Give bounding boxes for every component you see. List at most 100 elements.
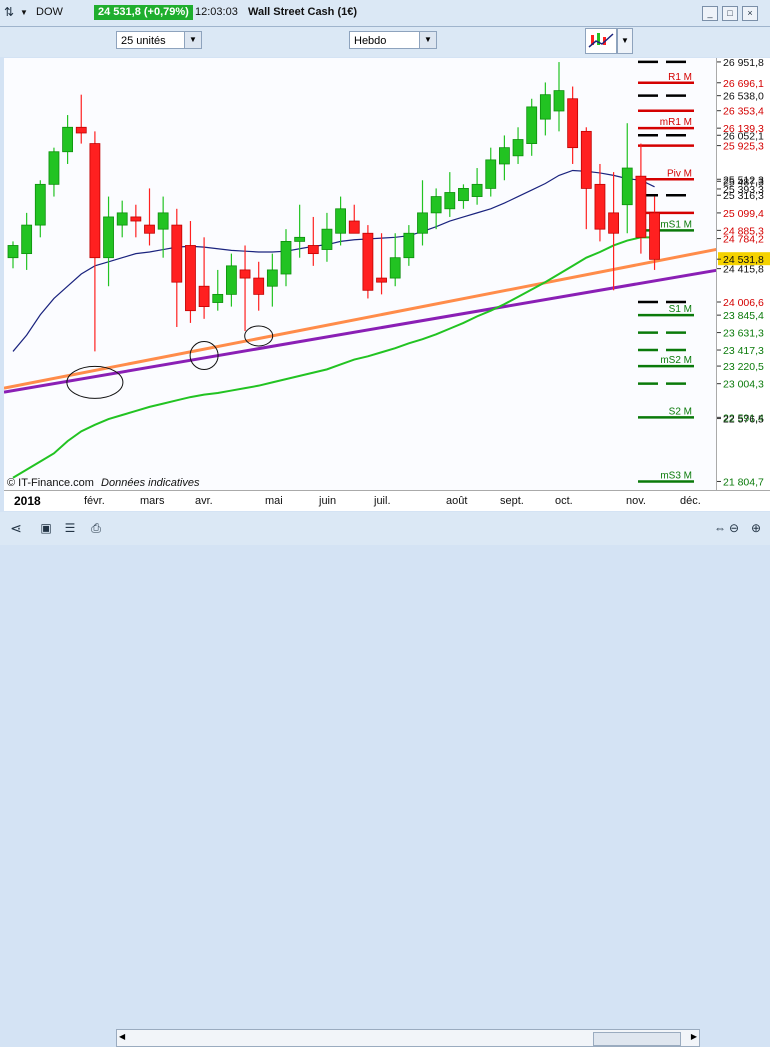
price-axis: 26 951,8 26 696,1 26 538,0 26 353,4 26 139,3… [716, 57, 770, 490]
list-icon[interactable]: ☰ [62, 520, 78, 536]
window-menu-icon[interactable]: ⇅ [4, 5, 14, 19]
price-label: 24 006,6 [723, 297, 764, 309]
price-change-badge: 24 531,8 (+0,79%) [94, 5, 193, 20]
candle-body [307, 245, 319, 255]
maximize-icon[interactable]: □ [722, 6, 738, 21]
candle-body [34, 183, 46, 226]
dropdown-arrow-icon[interactable]: ▼ [20, 8, 28, 17]
screenshot-icon[interactable]: ▣ [38, 520, 54, 536]
candle-body [280, 240, 292, 275]
chevron-down-icon[interactable]: ▼ [419, 32, 436, 48]
candle-body [621, 167, 633, 206]
print-icon[interactable]: ⎙ [88, 520, 104, 536]
candle-body [389, 257, 401, 279]
symbol-label[interactable]: DOW [36, 6, 63, 18]
candle-body [430, 196, 442, 214]
candle-body [75, 126, 87, 134]
candle-body [225, 265, 237, 295]
month-label: juil. [374, 495, 391, 507]
price-label: 23 417,3 [723, 345, 764, 357]
scrollbar-thumb[interactable] [593, 1032, 681, 1046]
candle-body [649, 212, 660, 260]
candle-body [498, 147, 510, 165]
units-select[interactable]: 25 unités ▼ [116, 31, 202, 49]
price-label: 26 538,0 [723, 91, 764, 103]
time-axis: 2018 févr. mars avr. mai juin juil. août sept. o… [4, 490, 770, 511]
pivot-label: R1 M [668, 72, 692, 83]
price-chart[interactable]: R1 M mR1 M Piv M mS1 M S1 M mS2 M S2 M mS3 M © … [4, 58, 716, 490]
price-label: 23 845,4 [723, 310, 764, 322]
pivot-label: S2 M [669, 406, 692, 417]
price-label: 26 696,1 [723, 78, 764, 90]
candle-body [239, 269, 251, 279]
candle-body [444, 192, 456, 210]
candle-body [458, 188, 469, 202]
candle-body [103, 216, 114, 259]
price-label: 25 099,4 [723, 208, 764, 220]
data-credit: © IT-Finance.com Données indicatives [7, 477, 199, 489]
chart-background [4, 58, 716, 490]
candle-body [348, 220, 360, 234]
share-icon[interactable]: ⋖ [8, 520, 24, 536]
candle-body [321, 228, 333, 250]
price-label: 23 631,3 [723, 328, 764, 340]
price-label: 21 804,7 [723, 476, 764, 488]
candle-body [539, 94, 551, 120]
title-bar: ⇅ ▼ DOW 24 531,8 (+0,79%) 12:03:03 Wall … [0, 0, 770, 27]
chart-indicator-icon [588, 33, 614, 48]
candle-body [171, 224, 183, 283]
candle-body [130, 216, 142, 222]
close-icon[interactable]: × [742, 6, 758, 21]
pivot-label: S1 M [669, 304, 692, 315]
month-label: mai [265, 495, 283, 507]
price-label: 22 576,5 [723, 414, 764, 426]
month-label: juin [319, 495, 337, 507]
candle-body [7, 245, 19, 259]
minimize-icon[interactable]: _ [702, 6, 718, 21]
candle-body [294, 236, 306, 242]
candle-body [116, 212, 128, 226]
chevron-down-icon[interactable]: ▼ [617, 28, 633, 54]
chevron-down-icon[interactable]: ▼ [184, 32, 201, 48]
price-label: 25 925,3 [723, 141, 764, 153]
candle-body [635, 175, 647, 238]
zoom-in-icon[interactable]: ⊕ [748, 520, 764, 536]
price-label: 23 220,5 [723, 361, 764, 373]
candle-body [362, 232, 374, 291]
candle-body [48, 151, 60, 185]
candle-body [198, 285, 210, 308]
price-label: 25 316,3 [723, 190, 764, 202]
scroll-right-icon[interactable]: ▶ [691, 1032, 697, 1041]
zoom-out-icon[interactable]: ⊖ [726, 520, 742, 536]
candle-body [417, 212, 428, 234]
indicators-button[interactable] [585, 28, 617, 54]
chart-toolbar: 25 unités ▼ Hebdo ▼ ▼ [0, 27, 770, 75]
candle-body [62, 126, 73, 153]
candle-body [553, 90, 565, 112]
month-label: févr. [84, 495, 105, 507]
candle-body [157, 212, 169, 230]
scroll-left-icon[interactable]: ◀ [119, 1032, 125, 1041]
price-label: 23 004,3 [723, 379, 764, 391]
chart-canvas: R1 M mR1 M Piv M mS1 M S1 M mS2 M S2 M mS3 M [4, 58, 716, 490]
pivot-label: Piv M [667, 168, 692, 179]
price-label: 24 784,2 [723, 234, 764, 246]
period-select[interactable]: Hebdo ▼ [349, 31, 437, 49]
candle-body [403, 232, 415, 259]
candle-body [335, 208, 347, 234]
price-label: 26 353,4 [723, 106, 764, 118]
candle-body [253, 277, 265, 295]
price-axis-labels: 26 951,826 696,126 538,026 353,426 139,3… [717, 57, 770, 488]
horizontal-scrollbar[interactable]: ◀ ▶ [116, 1029, 700, 1047]
candle-body [185, 245, 196, 312]
candle-body [266, 269, 278, 287]
candle-body [526, 106, 538, 144]
month-label: déc. [680, 495, 701, 507]
pivot-label: mS2 M [660, 355, 692, 366]
candle-body [580, 130, 592, 189]
candle-body [89, 143, 101, 259]
candle-body [485, 159, 497, 189]
pivot-label: mR1 M [660, 117, 692, 128]
pivot-label: mS3 M [660, 470, 692, 481]
year-label: 2018 [14, 494, 41, 508]
